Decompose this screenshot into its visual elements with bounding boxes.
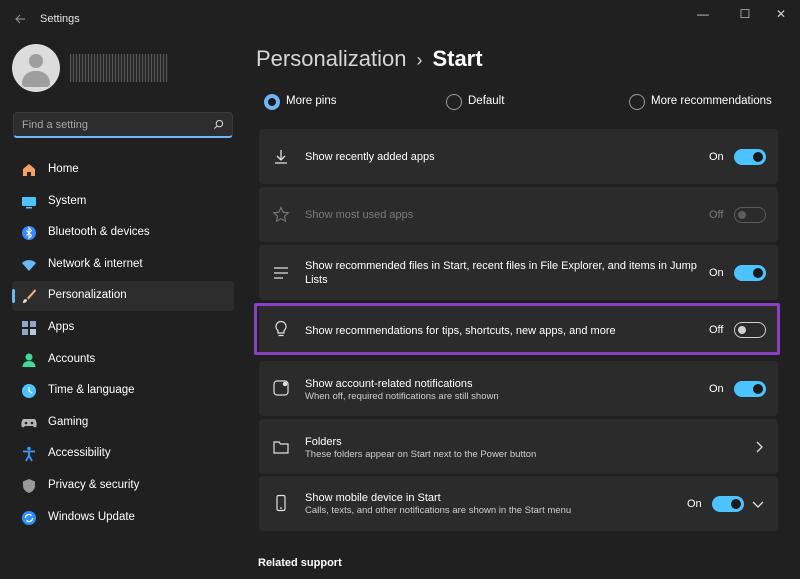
search-input[interactable] — [22, 117, 202, 133]
sidebar-item-label: Accessibility — [48, 447, 111, 460]
setting-show-most-used-apps: Show most used apps Off — [259, 187, 778, 242]
toggle-switch[interactable] — [734, 265, 766, 281]
search-box — [13, 112, 233, 138]
sidebar-item-label: Time & language — [48, 384, 135, 397]
toggle-switch — [734, 207, 766, 223]
setting-show-recommended-files: Show recommended files in Start, recent … — [259, 245, 778, 300]
related-support-heading: Related support — [258, 557, 342, 569]
gaming-icon — [21, 418, 37, 428]
sidebar-item-label: Personalization — [48, 289, 127, 302]
sidebar-item-system[interactable]: System — [12, 187, 234, 217]
sidebar-item-personalization[interactable]: Personalization — [12, 281, 234, 312]
redacted-user-name — [70, 54, 168, 82]
maximize-button[interactable]: ☐ — [732, 6, 758, 22]
sidebar-item-apps[interactable]: Apps — [12, 313, 234, 343]
breadcrumb-separator: › — [416, 50, 423, 70]
sidebar-item-privacy-security[interactable]: Privacy & security — [12, 471, 234, 501]
accounts-icon — [22, 353, 36, 367]
setting-subtitle: These folders appear on Start next to th… — [305, 449, 537, 460]
setting-title: Show recently added apps — [305, 151, 435, 163]
toggle-state-label: On — [687, 498, 702, 510]
page-title: Start — [432, 46, 483, 71]
radio-button-selected[interactable] — [264, 94, 280, 110]
settings-window: Settings — ☐ ✕ Home System Bluetooth & d… — [0, 0, 800, 579]
windows-update-icon — [22, 510, 36, 525]
sidebar-item-label: Windows Update — [48, 510, 135, 523]
sidebar-item-home[interactable]: Home — [12, 155, 234, 185]
setting-title: Show account-related notifications — [305, 378, 473, 390]
phone-icon — [276, 494, 286, 512]
shield-icon — [23, 478, 35, 493]
app-title: Settings — [40, 13, 80, 25]
title-bar: Settings — ☐ ✕ — [0, 0, 800, 40]
sidebar-item-time-language[interactable]: Time & language — [12, 376, 234, 406]
time-language-icon — [22, 384, 36, 399]
back-arrow-icon[interactable] — [10, 10, 30, 30]
sidebar-item-accessibility[interactable]: Accessibility — [12, 439, 234, 469]
setting-show-mobile-device: Show mobile device in Start Calls, texts… — [259, 476, 778, 531]
download-icon — [275, 150, 287, 164]
toggle-state-label: On — [709, 151, 724, 163]
sidebar-item-accounts[interactable]: Accounts — [12, 345, 234, 375]
sidebar-nav: Home System Bluetooth & devices Network … — [12, 155, 234, 534]
notification-icon — [273, 380, 289, 396]
wifi-icon — [22, 259, 36, 271]
sidebar-item-label: Privacy & security — [48, 478, 140, 491]
accessibility-icon — [23, 447, 35, 462]
toggle-state-label: Off — [709, 209, 724, 221]
bluetooth-icon — [22, 226, 36, 241]
sidebar-item-label: Bluetooth & devices — [48, 226, 150, 239]
brush-icon — [23, 289, 36, 304]
sidebar-item-label: Network & internet — [48, 257, 143, 270]
breadcrumb-parent[interactable]: Personalization — [256, 46, 406, 71]
setting-title: Show mobile device in Start — [305, 492, 441, 504]
avatar — [12, 44, 60, 92]
chevron-right-icon — [756, 441, 763, 453]
sidebar-item-gaming[interactable]: Gaming — [12, 408, 234, 438]
toggle-state-label: On — [709, 267, 724, 279]
sidebar-item-network[interactable]: Network & internet — [12, 250, 234, 280]
setting-title: Show recommended files in Start, recent … — [305, 260, 697, 286]
setting-title: Folders — [305, 436, 342, 448]
setting-subtitle: Calls, texts, and other notifications ar… — [305, 505, 572, 516]
search-icon — [213, 119, 224, 130]
sidebar-item-bluetooth-devices[interactable]: Bluetooth & devices — [12, 218, 234, 248]
radio-label: More recommendations — [651, 95, 772, 107]
toggle-switch[interactable] — [734, 149, 766, 165]
sidebar-item-label: Accounts — [48, 352, 96, 365]
apps-icon — [22, 320, 36, 335]
sidebar-item-label: Home — [48, 163, 79, 175]
breadcrumb: Personalization › Start — [256, 46, 483, 72]
system-icon — [22, 196, 36, 209]
radio-button[interactable] — [629, 94, 645, 110]
setting-title: Show most used apps — [305, 209, 414, 221]
radio-button[interactable] — [446, 94, 462, 110]
radio-label: More pins — [286, 95, 337, 107]
toggle-state-label: On — [709, 383, 724, 395]
setting-show-recently-added-apps: Show recently added apps On — [259, 129, 778, 184]
toggle-switch[interactable] — [712, 496, 744, 512]
sidebar-item-label: System — [48, 194, 87, 207]
setting-account-notifications: Show account-related notifications When … — [259, 361, 778, 416]
radio-label: Default — [468, 95, 505, 107]
home-icon — [23, 164, 35, 176]
list-icon — [274, 267, 288, 279]
folder-icon — [273, 441, 289, 454]
chevron-down-icon[interactable] — [751, 497, 765, 511]
setting-folders[interactable]: Folders These folders appear on Start ne… — [259, 419, 778, 474]
toggle-switch[interactable] — [734, 381, 766, 397]
sidebar-item-label: Gaming — [48, 415, 89, 428]
sidebar-item-windows-update[interactable]: Windows Update — [12, 503, 234, 533]
star-icon — [272, 206, 290, 223]
setting-subtitle: When off, required notifications are sti… — [305, 391, 499, 402]
highlight-annotation-box — [254, 303, 780, 355]
close-button[interactable]: ✕ — [768, 6, 794, 22]
sidebar-item-label: Apps — [48, 320, 75, 333]
minimize-button[interactable]: — — [690, 6, 716, 22]
